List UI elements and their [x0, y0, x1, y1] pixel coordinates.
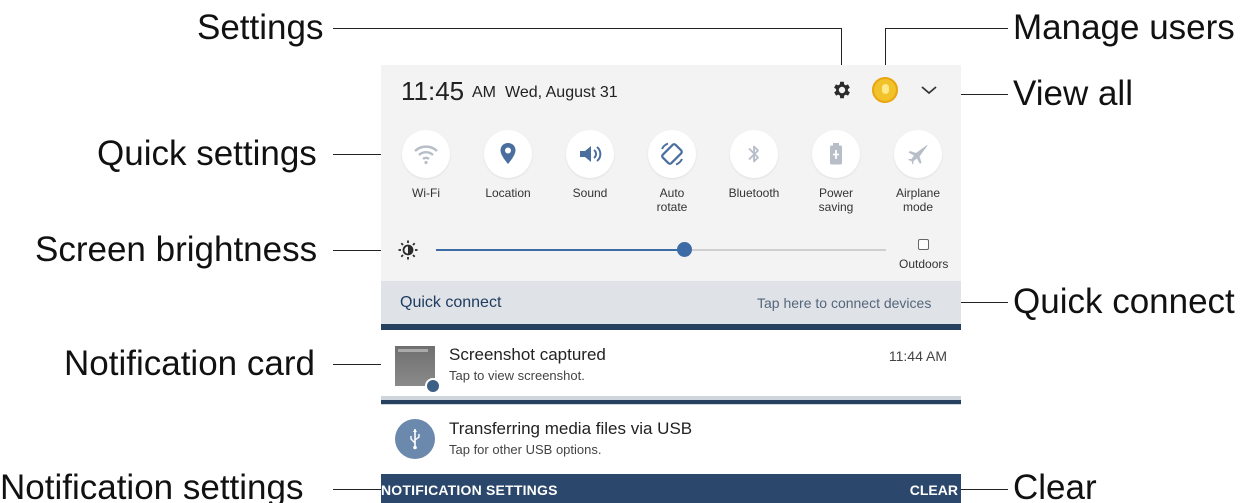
leader-notification-settings — [333, 489, 383, 490]
callout-quick-connect: Quick connect — [1013, 282, 1235, 321]
panel-top: 11:45 AM Wed, August 31 Wi-Fi Location S… — [381, 65, 961, 281]
brightness-icon — [398, 240, 418, 260]
qs-label-2: rotate — [656, 200, 688, 214]
qs-location[interactable]: Location — [468, 130, 548, 200]
wifi-icon — [402, 130, 450, 178]
notification-subtitle: Tap for other USB options. — [449, 442, 602, 457]
qs-label-2: saving — [818, 200, 854, 214]
brightness-slider[interactable] — [436, 249, 886, 251]
qs-label: Power — [818, 186, 853, 200]
callout-quick-settings: Quick settings — [97, 134, 317, 173]
callout-view-all: View all — [1013, 74, 1133, 113]
clear-button[interactable]: CLEAR — [910, 482, 958, 498]
notification-panel: 11:45 AM Wed, August 31 Wi-Fi Location S… — [381, 65, 961, 503]
qs-label: Wi-Fi — [412, 186, 440, 200]
leader-notification-card — [333, 364, 387, 365]
brightness-slider-fill — [436, 249, 684, 251]
notification-card[interactable]: Screenshot captured Tap to view screensh… — [381, 330, 961, 396]
qs-wifi[interactable]: Wi-Fi — [386, 130, 466, 200]
location-icon — [484, 130, 532, 178]
outdoors-label: Outdoors — [899, 257, 949, 271]
user-avatar[interactable] — [872, 77, 898, 103]
chevron-down-icon[interactable] — [919, 80, 939, 100]
battery-icon — [812, 130, 860, 178]
auto-rotate-icon — [648, 130, 696, 178]
status-ampm: AM — [472, 84, 496, 101]
callout-clear: Clear — [1013, 468, 1097, 503]
qs-airplane-mode[interactable]: Airplane mode — [878, 130, 958, 214]
callout-manage-users: Manage users — [1013, 8, 1235, 47]
qs-label-2: mode — [902, 200, 934, 214]
callout-notification-card: Notification card — [64, 344, 315, 383]
notification-footer: NOTIFICATION SETTINGS CLEAR — [381, 474, 961, 503]
usb-icon — [395, 419, 435, 459]
qs-label: Sound — [572, 186, 608, 200]
sound-icon — [566, 130, 614, 178]
brightness-slider-thumb[interactable] — [677, 242, 692, 257]
notification-title: Transferring media files via USB — [449, 419, 693, 438]
notification-title: Screenshot captured — [449, 345, 606, 364]
airplane-icon — [894, 130, 942, 178]
notification-time: 11:44 AM — [888, 348, 947, 364]
notification-settings-button[interactable]: NOTIFICATION SETTINGS — [381, 482, 558, 498]
screenshot-badge-icon — [425, 378, 441, 394]
leader-clear — [960, 489, 1008, 490]
gear-icon[interactable] — [831, 79, 853, 101]
qs-label: Airplane — [895, 186, 941, 200]
status-time: 11:45 — [401, 76, 465, 106]
notification-card[interactable]: Transferring media files via USB Tap for… — [381, 405, 961, 474]
qs-label: Bluetooth — [728, 186, 780, 200]
callout-screen-brightness: Screen brightness — [35, 230, 318, 269]
qs-label: Auto — [659, 186, 685, 200]
outdoors-checkbox[interactable] — [918, 239, 929, 250]
bluetooth-icon — [730, 130, 778, 178]
leader-manage-users — [885, 28, 1008, 29]
qs-auto-rotate[interactable]: Auto rotate — [632, 130, 712, 214]
callout-notification-settings: Notification settings — [0, 468, 304, 503]
quick-connect-title: Quick connect — [400, 294, 502, 311]
qs-sound[interactable]: Sound — [550, 130, 630, 200]
qs-power-saving[interactable]: Power saving — [796, 130, 876, 214]
quick-connect-bar[interactable]: Quick connect Tap here to connect device… — [381, 281, 961, 324]
qs-bluetooth[interactable]: Bluetooth — [714, 130, 794, 200]
leader-settings — [333, 28, 841, 29]
notification-subtitle: Tap to view screenshot. — [449, 368, 585, 383]
callout-settings: Settings — [197, 8, 324, 47]
quick-connect-hint: Tap here to connect devices — [757, 295, 932, 311]
panel-divider — [381, 400, 961, 404]
qs-label: Location — [485, 186, 531, 200]
status-date: Wed, August 31 — [505, 84, 618, 101]
